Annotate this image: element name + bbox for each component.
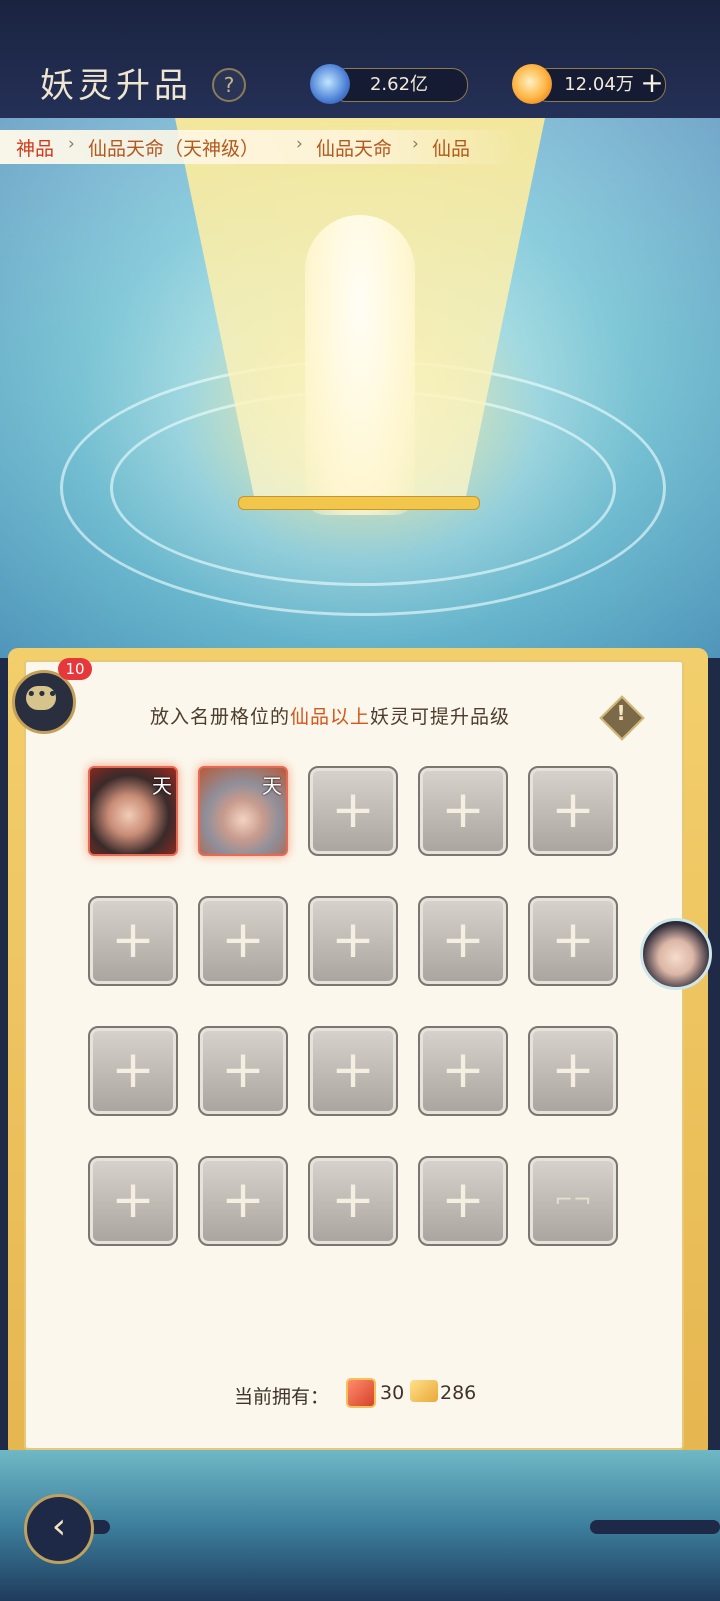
upgrade-token-count: 30	[380, 1382, 405, 1404]
breadcrumb-separator: ›	[412, 134, 419, 154]
empty-slot[interactable]: +	[418, 1156, 508, 1246]
plus-icon: +	[221, 910, 265, 970]
plus-icon: +	[111, 910, 155, 970]
page-title: 妖灵升品	[40, 66, 192, 106]
empty-slot[interactable]: +	[88, 1026, 178, 1116]
empty-slot[interactable]: +	[88, 896, 178, 986]
breadcrumb-item-xianpin[interactable]: 仙品	[432, 134, 470, 161]
empty-slot[interactable]: +	[308, 766, 398, 856]
lock-icon: ⌐¬	[554, 1188, 592, 1213]
tier-label: 天	[152, 774, 172, 798]
empty-slot[interactable]: +	[198, 1026, 288, 1116]
helper-avatar[interactable]	[640, 918, 712, 990]
upgrade-token-icon	[346, 1378, 376, 1408]
breadcrumb-item-tianshen[interactable]: 仙品天命（天神级）	[88, 134, 259, 161]
gold-ticket-count: 286	[440, 1382, 477, 1404]
gold-ticket-icon	[410, 1380, 438, 1402]
chat-bubble-icon: •••	[26, 686, 58, 710]
flame-orb-icon	[512, 64, 552, 104]
breadcrumb-item-tianming[interactable]: 仙品天命	[316, 134, 392, 161]
spirit-slot-filled[interactable]: 天	[198, 766, 288, 856]
empty-slot[interactable]: +	[528, 1026, 618, 1116]
chat-badge: 10	[58, 658, 92, 680]
plus-icon: +	[111, 1040, 155, 1100]
plus-icon: +	[551, 1040, 595, 1100]
spirit-slot-filled[interactable]: 天	[88, 766, 178, 856]
plus-icon: +	[441, 780, 485, 840]
spirit-figure	[305, 215, 415, 515]
plus-icon: +	[331, 1040, 375, 1100]
help-icon[interactable]: ?	[212, 68, 246, 102]
empty-slot[interactable]: +	[308, 1156, 398, 1246]
instruction-text: 放入名册格位的仙品以上妖灵可提升品级	[150, 706, 511, 728]
back-arrow-icon[interactable]: ‹	[24, 1494, 94, 1564]
empty-slot[interactable]: +	[198, 1156, 288, 1246]
empty-slot[interactable]: +	[198, 896, 288, 986]
footer-decor	[590, 1520, 720, 1534]
currency-spirit-value: 2.62亿	[330, 68, 468, 102]
plus-icon: +	[331, 910, 375, 970]
tier-label: 天	[262, 774, 282, 798]
empty-slot[interactable]: +	[308, 1026, 398, 1116]
plus-icon: +	[331, 780, 375, 840]
plus-icon: +	[551, 780, 595, 840]
empty-slot[interactable]: +	[308, 896, 398, 986]
add-currency-button[interactable]: +	[638, 69, 666, 98]
breadcrumb-separator: ›	[68, 134, 75, 154]
empty-slot[interactable]: +	[418, 766, 508, 856]
plus-icon: +	[111, 1170, 155, 1230]
plus-icon: +	[221, 1170, 265, 1230]
plus-icon: +	[331, 1170, 375, 1230]
plus-icon: +	[551, 910, 595, 970]
owned-label: 当前拥有：	[234, 1386, 330, 1408]
plus-icon: +	[441, 1170, 485, 1230]
scroll-rod	[238, 496, 480, 510]
empty-slot[interactable]: +	[418, 896, 508, 986]
plus-icon: +	[221, 1040, 265, 1100]
locked-slot[interactable]: ⌐¬	[528, 1156, 618, 1246]
info-mark: !	[616, 701, 626, 725]
spirit-crystal-icon	[310, 64, 350, 104]
plus-icon: +	[441, 1040, 485, 1100]
breadcrumb-item-shenpin[interactable]: 神品	[16, 134, 54, 161]
plus-icon: +	[441, 910, 485, 970]
empty-slot[interactable]: +	[88, 1156, 178, 1246]
empty-slot[interactable]: +	[528, 896, 618, 986]
breadcrumb-separator: ›	[296, 134, 303, 154]
empty-slot[interactable]: +	[528, 766, 618, 856]
empty-slot[interactable]: +	[418, 1026, 508, 1116]
